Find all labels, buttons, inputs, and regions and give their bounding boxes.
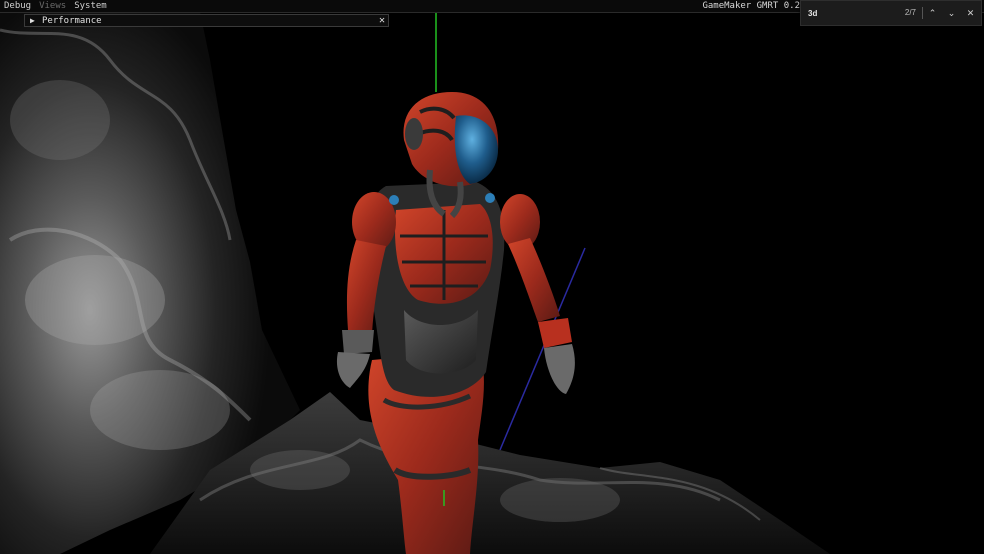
collapse-arrow-icon[interactable]: ▶	[30, 16, 36, 25]
find-input[interactable]: 3d	[801, 9, 886, 18]
close-icon[interactable]: ✕	[376, 15, 388, 26]
find-bar: 3d 2/7 ⌃ ⌄ ✕	[800, 0, 982, 26]
performance-panel: ▶ Performance ✕	[24, 14, 389, 27]
find-match-count: 2/7	[886, 7, 923, 19]
performance-panel-title[interactable]: Performance	[42, 16, 376, 26]
game-viewport[interactable]	[0, 0, 984, 554]
runtime-version-label: GameMaker GMRT 0.2	[702, 1, 800, 11]
menu-views[interactable]: Views	[35, 0, 70, 12]
menu-system[interactable]: System	[70, 0, 111, 12]
chevron-up-icon[interactable]: ⌃	[923, 8, 942, 19]
find-close-icon[interactable]: ✕	[961, 8, 980, 19]
chevron-down-icon[interactable]: ⌄	[942, 8, 961, 19]
menu-debug[interactable]: Debug	[0, 0, 35, 12]
